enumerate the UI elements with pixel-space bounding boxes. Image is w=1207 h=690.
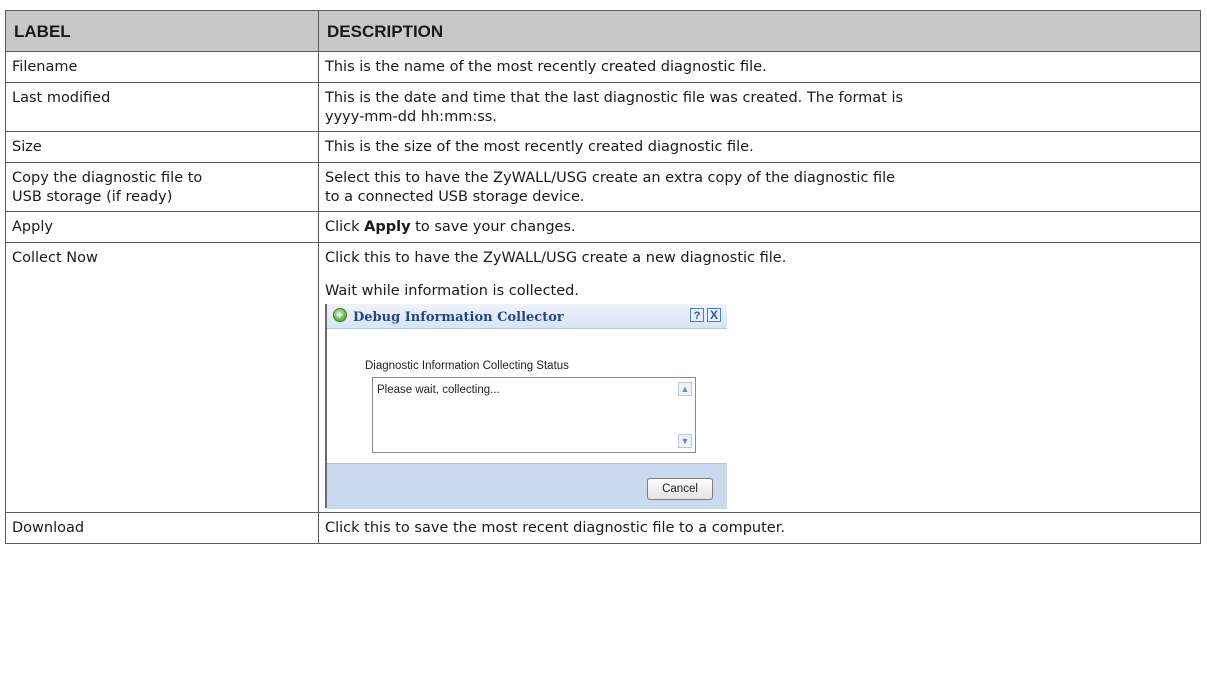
dialog-title: Debug Information Collector <box>353 310 564 325</box>
table-row: Collect Now Click this to have the ZyWAL… <box>5 242 1201 513</box>
scroll-up-icon[interactable]: ▲ <box>678 382 692 396</box>
row-description: Click Apply to save your changes. <box>318 211 1201 243</box>
row-label: Filename <box>5 51 319 83</box>
help-icon[interactable]: ? <box>690 308 704 322</box>
table-row: Size This is the size of the most recent… <box>5 131 1201 163</box>
apply-keyword: Apply <box>364 219 411 235</box>
close-icon[interactable]: X <box>707 308 721 322</box>
row-label: Download <box>5 512 319 544</box>
row-label: Size <box>5 131 319 163</box>
row-label: Collect Now <box>5 242 319 513</box>
description-line: Select this to have the ZyWALL/USG creat… <box>325 170 896 186</box>
cancel-button[interactable]: Cancel <box>647 478 713 500</box>
description-line: yyyy-mm-dd hh:mm:ss. <box>325 109 497 125</box>
table-row: Copy the diagnostic file to USB storage … <box>5 162 1201 212</box>
dialog-footer: Cancel <box>327 463 727 509</box>
status-label: Diagnostic Information Collecting Status <box>365 360 569 372</box>
row-description: Select this to have the ZyWALL/USG creat… <box>318 162 1201 212</box>
row-label: Apply <box>5 211 319 243</box>
table-row: Last modified This is the date and time … <box>5 82 1201 132</box>
description-text: Click <box>325 219 365 235</box>
row-description: Click this to save the most recent diagn… <box>318 512 1201 544</box>
row-label: Copy the diagnostic file to USB storage … <box>5 162 319 212</box>
status-textarea[interactable]: Please wait, collecting... ▲ ▼ <box>372 377 696 453</box>
row-description: This is the size of the most recently cr… <box>318 131 1201 163</box>
description-text: to save your changes. <box>410 219 576 235</box>
dialog-titlebar: Debug Information Collector ? X <box>327 304 727 329</box>
scroll-down-icon[interactable]: ▼ <box>678 434 692 448</box>
row-description: This is the date and time that the last … <box>318 82 1201 132</box>
table-row: Download Click this to save the most rec… <box>5 512 1201 544</box>
field-description-table: LABEL DESCRIPTION Filename This is the n… <box>5 10 1201 544</box>
header-description: DESCRIPTION <box>318 10 1201 52</box>
description-line: Wait while information is collected. <box>325 283 579 299</box>
debug-collector-dialog: Debug Information Collector ? X Diagnost… <box>325 304 727 509</box>
table-row: Filename This is the name of the most re… <box>5 51 1201 83</box>
description-line: Click this to have the ZyWALL/USG create… <box>325 250 787 266</box>
add-circle-icon <box>333 306 347 325</box>
table-row: Apply Click Apply to save your changes. <box>5 211 1201 243</box>
description-line: This is the date and time that the last … <box>325 90 904 106</box>
label-line: USB storage (if ready) <box>12 189 173 205</box>
row-description: This is the name of the most recently cr… <box>318 51 1201 83</box>
row-label: Last modified <box>5 82 319 132</box>
header-label: LABEL <box>5 10 319 52</box>
table-header-row: LABEL DESCRIPTION <box>5 10 1201 52</box>
description-line: to a connected USB storage device. <box>325 189 585 205</box>
label-line: Copy the diagnostic file to <box>12 170 203 186</box>
status-text: Please wait, collecting... <box>377 384 500 396</box>
row-description: Click this to have the ZyWALL/USG create… <box>318 242 1201 513</box>
dialog-body: Diagnostic Information Collecting Status… <box>327 329 727 463</box>
